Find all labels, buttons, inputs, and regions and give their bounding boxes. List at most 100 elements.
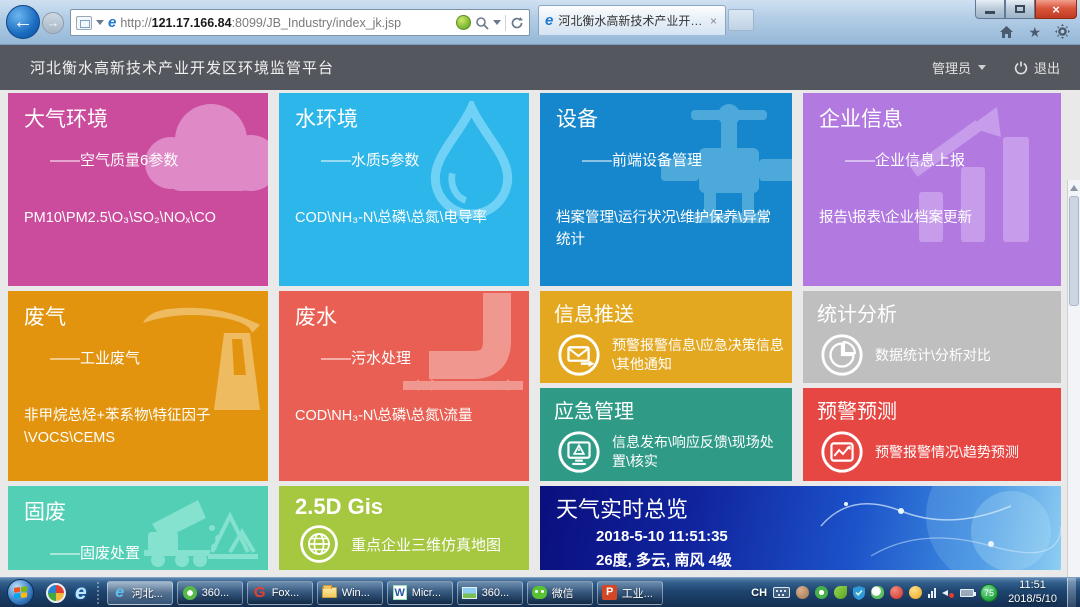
taskbar-button-powerpoint[interactable]: P 工业...	[597, 581, 663, 605]
360-extension-icon[interactable]	[456, 15, 471, 30]
taskbar-button-explorer[interactable]: Win...	[317, 581, 383, 605]
site-favicon: e	[108, 15, 116, 30]
tile-solid-waste[interactable]: 固废 ——固废处置	[8, 486, 268, 570]
browser-tab[interactable]: e 河北衡水高新技术产业开发... ×	[538, 5, 726, 35]
minimize-button[interactable]	[975, 0, 1005, 19]
clock-time: 11:51	[1008, 579, 1057, 593]
wechat-icon	[532, 586, 547, 599]
tray-green-leaf-icon[interactable]	[834, 586, 847, 599]
divider	[505, 15, 506, 31]
explorer-folder-icon	[322, 587, 337, 598]
tab-close-icon[interactable]: ×	[708, 14, 719, 28]
trend-chart-icon	[819, 429, 865, 475]
tile-title: 大气环境	[8, 93, 268, 133]
input-language-indicator[interactable]: CH	[751, 587, 767, 599]
taskbar-button-imageviewer[interactable]: 360...	[457, 581, 523, 605]
battery-icon[interactable]	[960, 589, 974, 597]
tile-subtitle: ——空气质量6参数	[50, 149, 268, 170]
tile-waste-water[interactable]: 废水 ——污水处理 COD\NH₃-N\总磷\总氮\流量	[279, 291, 529, 481]
globe-icon	[297, 522, 341, 566]
address-dropdown-icon[interactable]	[96, 20, 104, 25]
tile-detail: PM10\PM2.5\O₃\SO₂\NOₓ\CO	[24, 208, 260, 230]
refresh-icon[interactable]	[510, 16, 524, 30]
show-desktop-button[interactable]	[1067, 578, 1076, 607]
tray-app-icon-1[interactable]	[796, 586, 809, 599]
browser-chrome: ← → e http://121.17.166.84:8099/JB_Indus…	[0, 0, 1080, 45]
browser-forward-button[interactable]: →	[42, 12, 64, 34]
tray-shield-icon[interactable]	[853, 586, 865, 600]
taskbar-button-word[interactable]: W Micr...	[387, 581, 453, 605]
tile-statistics[interactable]: 统计分析 数据统计\分析对比	[803, 291, 1061, 383]
tile-title: 设备	[540, 93, 792, 133]
foxmail-icon: G	[252, 585, 268, 601]
tile-detail: 预警报警信息\应急决策信息\其他通知	[612, 336, 786, 374]
clock-date: 2018/5/10	[1008, 593, 1057, 607]
scrollbar-thumb[interactable]	[1069, 196, 1079, 306]
network-signal-icon[interactable]	[928, 587, 936, 598]
tile-subtitle: ——企业信息上报	[845, 149, 1061, 170]
taskbar-button-360browser[interactable]: 360...	[177, 581, 243, 605]
tile-subtitle: ——水质5参数	[321, 149, 529, 170]
volume-muted-icon[interactable]	[942, 587, 954, 598]
tray-360-browser-icon[interactable]	[815, 586, 828, 599]
gear-icon[interactable]	[1055, 24, 1070, 39]
taskbar-button-wechat[interactable]: 微信	[527, 581, 593, 605]
browser-toolbar: ★	[999, 24, 1070, 39]
scroll-up-icon[interactable]	[1070, 185, 1078, 191]
start-button[interactable]	[7, 579, 34, 606]
compatibility-view-icon[interactable]	[76, 16, 92, 30]
url-text[interactable]: http://121.17.166.84:8099/JB_Industry/in…	[120, 16, 401, 30]
tile-device[interactable]: 设备 ——前端设备管理 档案管理\运行状况\维护保养\异常统计	[540, 93, 792, 286]
keyboard-icon[interactable]	[773, 587, 790, 598]
tray-chat-icon[interactable]	[871, 586, 884, 599]
image-viewer-icon	[462, 587, 477, 599]
close-button[interactable]: ×	[1035, 0, 1077, 19]
system-tray: CH 75 11:51 2018/5/10	[751, 578, 1080, 607]
tile-waste-gas[interactable]: 废气 ——工业废气 非甲烷总烃+苯系物\特征因子\VOCS\CEMS	[8, 291, 268, 481]
app-header: 河北衡水高新技术产业开发区环境监管平台 管理员 退出	[0, 45, 1080, 90]
tile-emergency[interactable]: 应急管理 信息发布\响应反馈\现场处置\核实	[540, 388, 792, 481]
tray-red-icon[interactable]	[890, 586, 903, 599]
minimize-icon	[985, 11, 995, 14]
tile-air-environment[interactable]: 大气环境 ——空气质量6参数 PM10\PM2.5\O₃\SO₂\NOₓ\CO	[8, 93, 268, 286]
tile-enterprise-info[interactable]: 企业信息 ——企业信息上报 报告\报表\企业档案更新	[803, 93, 1061, 286]
tile-subtitle: ——工业废气	[50, 347, 268, 368]
favorites-star-icon[interactable]: ★	[1028, 25, 1041, 39]
search-icon[interactable]	[475, 16, 489, 30]
browser-back-button[interactable]: ←	[6, 5, 40, 39]
header-right: 管理员 退出	[932, 58, 1060, 77]
taskbar-button-foxmail[interactable]: G Fox...	[247, 581, 313, 605]
tray-gold-ball-icon[interactable]	[909, 586, 922, 599]
home-icon[interactable]	[999, 25, 1014, 39]
window-controls: ×	[975, 0, 1077, 19]
user-menu-label: 管理员	[932, 58, 971, 77]
tile-weather-overview[interactable]: 天气实时总览 2018-5-10 11:51:35 26度, 多云, 南风 4级	[540, 486, 1061, 570]
dashboard: 大气环境 ——空气质量6参数 PM10\PM2.5\O₃\SO₂\NOₓ\CO …	[0, 90, 1080, 577]
word-icon: W	[393, 585, 407, 600]
tile-info-push[interactable]: 信息推送 预警报警信息\应急决策信息\其他通知	[540, 291, 792, 383]
maximize-icon	[1015, 5, 1025, 13]
tile-warning-forecast[interactable]: 预警预测 预警报警情况\趋势预测	[803, 388, 1061, 481]
address-bar[interactable]: e http://121.17.166.84:8099/JB_Industry/…	[70, 9, 530, 36]
page-scrollbar[interactable]	[1067, 180, 1080, 607]
tile-detail: 数据统计\分析对比	[875, 346, 991, 365]
taskbar-button-ie[interactable]: e 河北...	[107, 581, 173, 605]
tile-gis[interactable]: 2.5D Gis 重点企业三维仿真地图	[279, 486, 529, 570]
tile-title: 预警预测	[803, 388, 1061, 424]
tile-detail: 重点企业三维仿真地图	[351, 534, 501, 555]
user-menu[interactable]: 管理员	[932, 58, 986, 77]
tile-water-environment[interactable]: 水环境 ——水质5参数 COD\NH₃-N\总磷\总氮\电导率	[279, 93, 529, 286]
taskbar-clock[interactable]: 11:51 2018/5/10	[1008, 579, 1057, 607]
tile-title: 信息推送	[540, 291, 792, 327]
tile-detail: COD\NH₃-N\总磷\总氮\电导率	[295, 208, 521, 230]
task-buttons: e 河北... 360... G Fox... Win... W Micr...…	[107, 581, 663, 605]
360-health-ball[interactable]: 75	[980, 584, 998, 602]
maximize-button[interactable]	[1005, 0, 1035, 19]
new-tab-button[interactable]	[728, 9, 754, 31]
search-dropdown-icon[interactable]	[493, 20, 501, 25]
tab-favicon: e	[545, 13, 553, 28]
logout-button[interactable]: 退出	[1014, 58, 1060, 77]
power-icon	[1014, 61, 1028, 75]
360-safety-icon[interactable]	[46, 583, 66, 603]
ie-launcher-icon[interactable]: e	[75, 581, 87, 605]
